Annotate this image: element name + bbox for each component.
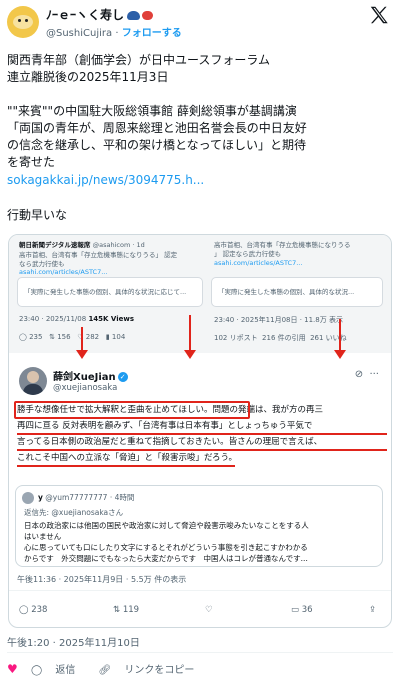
author-handle-row: @SushiCujira · フォローする [46,28,182,39]
like-icon[interactable]: ♥ [7,662,18,676]
news-strip: 朝日新聞デジタル速報席 @asahicom · 1d 高市首相、台湾有事「存立危… [9,235,391,353]
attached-screenshot[interactable]: 朝日新聞デジタル速報席 @asahicom · 1d 高市首相、台湾有事「存立危… [8,234,392,628]
quoted-name: 薛剑XueJian ✓ [53,368,128,383]
quoted-text-line: 言ってる日本側の政治屋だと重ねて指摘しておきたい。皆さんの理屈で言えば、 [17,437,323,447]
sushi-icon [142,11,154,20]
author-display-name[interactable]: ﾉｰｅｰヽく寿し [46,6,154,23]
divider [7,652,393,653]
news-stats: ◯ 235 ⇅ 156 ♡ 282 ▮ 104 [19,333,126,341]
quoted-repost-count: ⇅ 119 [113,605,140,615]
highlight-underline [17,433,387,435]
red-arrow [184,315,196,359]
news-text: 高市首相、台湾有事「存立危機事態になりうる」 認定 [19,251,178,259]
verified-badge-icon: ✓ [117,372,128,382]
reply-header: y @yum77777777 · 4時間 [38,493,135,502]
sushi-icon [127,11,141,20]
post-actions: ♥ ◯ 返信 🔗︎ リンクをコピー [7,661,214,676]
red-arrow [76,327,88,359]
news-stats: 102 リポスト 216 件の引用 261 いいね [214,334,347,342]
news-time: 23:40 · 2025/11/08 145K Views [19,315,134,323]
follow-button[interactable]: フォローする [122,28,182,39]
quoted-time: 午後11:36 · 2025年11月9日 · 5.5万 件の表示 [17,575,187,584]
quoted-bookmark-count: ▭ 36 [291,605,313,615]
grok-icon: ⊘ [354,369,364,380]
post-comment: 行動早いな [7,208,68,222]
divider [9,590,391,591]
news-card: 「実際に発生した事態の個別、具体的な状況... [211,277,383,307]
x-logo-icon[interactable] [368,4,390,26]
reply-avatar [22,492,34,504]
news-link: asahi.com/articles/ASTC7... [214,259,303,267]
reply-icon: ◯ [30,665,43,676]
highlight-box [14,401,250,419]
quoted-handle: @xuejianosaka [53,383,118,393]
post-text-line: 連立離脱後の2025年11月3日 [7,70,169,84]
post-text-line: 関西青年部（創価学会）が日中ユースフォーラム [7,53,271,67]
post-timestamp[interactable]: 午後1:20 · 2025年11月10日 [7,634,140,649]
news-card: 「実際に発生した事態の個別、具体的な状況に応じて... [17,277,203,307]
copy-link-button[interactable]: 🔗︎ リンクをコピー [99,665,205,676]
quoted-avatar [19,367,47,395]
news-time: 23:40 · 2025年11月08日 · 11.8万 表示 [214,316,343,324]
quoted-text-line: 再四に亘る 反対表明を顧みず、「台湾有事は日本有事」としょっちゅう平気で [17,421,313,431]
reply-to: 返信先: @xuejianosakaさん [24,508,124,517]
red-arrow [334,319,346,359]
reply-button[interactable]: ◯ 返信 [31,665,85,676]
author-avatar[interactable] [7,6,39,38]
quoted-text-line: これこそ中国への立派な「脅迫」と「殺害示唆」だろう。 [17,453,237,463]
news-text: 高市首相、台湾有事「存立危機事態になりうる [214,241,351,249]
reply-text-line: からです 外交問題にでもなったら大変だからです 中国人はコレが普通なんです... [24,554,308,563]
post-header: ﾉｰｅｰヽく寿し @SushiCujira · フォローする [0,0,400,44]
post-text-line: ""来賓""の中国駐大阪総領事館 薛剣総領事が基調講演 [7,104,297,118]
post-text-line: 「両国の青年が、周恩来総理と池田名誉会長の中日友好 [7,121,307,135]
news-text: 」 認定なら武力行使も [214,250,282,258]
news-source: 朝日新聞デジタル速報席 @asahicom · 1d [19,241,145,249]
highlight-underline [17,465,235,467]
quoted-reply-count: ◯ 238 [19,605,48,615]
author-handle[interactable]: @SushiCujira [46,28,112,39]
more-icon: ··· [369,369,379,380]
quoted-menu: ⊘ ··· [355,369,379,380]
quoted-like: ♡ [205,605,213,615]
highlight-underline [17,449,387,451]
news-link: asahi.com/articles/ASTC7... [19,268,108,276]
reply-text-line: 日本の政治家には他国の国民や政治家に対して脅迫や殺害示唆みたいなことをする人 [24,521,309,530]
post-text-line: の信念を継承し、平和の架け橋となってほしい」と期待 [7,138,307,152]
quoted-reply-card: y @yum77777777 · 4時間 返信先: @xuejianosakaさ… [15,485,383,567]
post-link[interactable]: sokagakkai.jp/news/3094775.h... [7,172,204,189]
link-icon: 🔗︎ [98,665,112,676]
post-text-line: を寄せた [7,155,56,169]
quoted-share: ⇪ [369,605,377,615]
